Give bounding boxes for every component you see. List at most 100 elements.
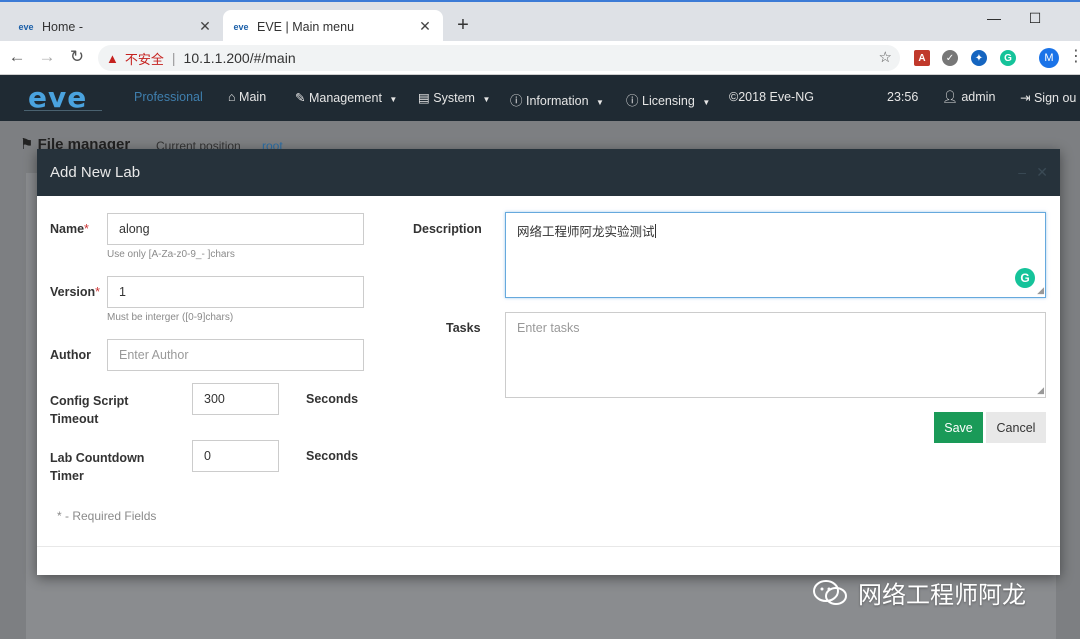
author-input[interactable]: Enter Author (107, 339, 364, 371)
extension-icon[interactable]: ✓ (942, 50, 958, 66)
nav-professional: Professional (134, 90, 203, 104)
nav-copyright: ©2018 Eve-NG (729, 90, 814, 104)
text-cursor (654, 224, 656, 238)
browser-tab-home[interactable]: eve Home - ✕ (8, 10, 223, 43)
logo-underline (24, 110, 102, 113)
required-marker: * (84, 222, 89, 236)
new-tab-button[interactable]: + (452, 14, 474, 37)
nav-licensing[interactable]: ⓘ Licensing ▼ (626, 90, 710, 109)
close-icon[interactable]: ✕ (1036, 164, 1048, 181)
forward-arrow-icon[interactable]: → (36, 47, 58, 67)
nav-system[interactable]: ▤ System ▼ (418, 90, 490, 105)
tab-label: EVE | Main menu (257, 19, 355, 34)
name-label-text: Name (50, 222, 85, 236)
nav-clock: 23:56 (887, 90, 919, 104)
eve-favicon-icon: eve (18, 21, 34, 32)
browser-tab-bar: eve Home - ✕ eve EVE | Main menu ✕ + — ☐ (0, 0, 1080, 43)
address-bar: ← → ↻ ▲ 不安全 | 10.1.1.200/#/main ☆ A ✓ ✦ … (0, 41, 1080, 75)
nav-user[interactable]: 👤︎ admin (942, 90, 995, 105)
countdown-label: Lab Countdown Timer (50, 449, 144, 485)
cancel-button[interactable]: Cancel (986, 412, 1046, 443)
tasks-placeholder: Enter tasks (517, 321, 580, 335)
close-icon[interactable]: ✕ (197, 18, 213, 35)
nav-signout[interactable]: ⇥ Sign ou (1020, 90, 1076, 105)
minimize-icon[interactable]: — (984, 10, 1004, 26)
home-icon: ⌂ (228, 90, 236, 104)
reload-icon[interactable]: ↻ (66, 47, 88, 67)
countdown-unit: Seconds (306, 449, 359, 463)
nav-main-label: Main (239, 90, 267, 104)
maximize-icon[interactable]: ☐ (1025, 10, 1045, 27)
save-button[interactable]: Save (934, 412, 983, 443)
caret-down-icon: ▼ (482, 95, 491, 104)
nav-user-label: admin (961, 90, 996, 104)
version-hint: Must be interger ([0-9]chars) (107, 312, 234, 323)
bookmark-star-icon[interactable]: ☆ (879, 48, 892, 66)
nav-licensing-label: Licensing (642, 94, 695, 108)
omnibox-divider: | (171, 50, 176, 66)
grammarly-icon[interactable]: G (1015, 268, 1035, 288)
caret-down-icon: ▼ (596, 98, 604, 107)
info-icon: ⓘ (626, 94, 639, 108)
sitemap-icon: ⚑ (20, 136, 34, 153)
eve-favicon-icon: eve (233, 21, 249, 32)
countdown-label-line2: Timer (50, 469, 84, 483)
nav-system-label: System (433, 91, 475, 105)
name-hint: Use only [A-Za-z0-9_- ]chars (107, 249, 235, 260)
version-input[interactable]: 1 (107, 276, 364, 308)
nav-management-label: Management (308, 91, 382, 105)
url-input[interactable]: ▲ 不安全 | 10.1.1.200/#/main ☆ (98, 45, 900, 71)
author-label: Author (50, 348, 91, 362)
tab-label: Home - (42, 19, 83, 34)
tasks-textarea[interactable]: Enter tasks ◢ (505, 312, 1046, 398)
info-icon: ⓘ (510, 94, 523, 108)
name-input[interactable]: along (107, 213, 364, 245)
config-timeout-label: Config Script Timeout (50, 392, 128, 428)
required-marker: * (95, 285, 101, 299)
browser-menu-icon[interactable]: ⋮ (1068, 46, 1080, 66)
description-text: 网络工程师阿龙实验测试 (517, 225, 655, 239)
modal-header: Add New Lab – ✕ (37, 149, 1060, 196)
nav-information[interactable]: ⓘ Information ▼ (510, 90, 604, 109)
config-timeout-unit: Seconds (306, 392, 359, 406)
nav-information-label: Information (526, 94, 589, 108)
version-label-text: Version (50, 285, 96, 299)
browser-tab-main-menu[interactable]: eve EVE | Main menu ✕ (223, 10, 443, 43)
insecure-label: 不安全 (124, 51, 164, 67)
resize-handle-icon[interactable]: ◢ (1037, 285, 1044, 296)
extension-icon[interactable]: ✦ (971, 50, 987, 66)
resize-handle-icon[interactable]: ◢ (1037, 385, 1044, 396)
modal-footer-divider (37, 546, 1060, 547)
description-textarea[interactable]: 网络工程师阿龙实验测试 G ◢ (505, 212, 1046, 298)
caret-down-icon: ▼ (389, 95, 398, 104)
description-label: Description (413, 222, 482, 236)
back-arrow-icon[interactable]: ← (6, 47, 28, 67)
nav-main[interactable]: ⌂ Main (228, 90, 266, 104)
minimize-modal-icon[interactable]: – (1018, 164, 1026, 180)
wrench-icon: ✎ (295, 91, 306, 105)
eve-navbar: eve Professional ⌂ Main ✎ Management ▼ ▤… (0, 75, 1080, 121)
tasks-label: Tasks (446, 321, 481, 335)
modal-title: Add New Lab (50, 164, 141, 181)
nav-management[interactable]: ✎ Management ▼ (295, 90, 397, 105)
wechat-icon (813, 579, 847, 605)
grammarly-extension-icon[interactable]: G (1000, 50, 1016, 66)
close-icon[interactable]: ✕ (417, 18, 433, 35)
user-icon: 👤︎ (942, 90, 958, 104)
required-fields-note: * - Required Fields (57, 509, 157, 523)
name-label: Name* (50, 222, 89, 236)
countdown-label-line1: Lab Countdown (50, 451, 145, 465)
version-label: Version* (50, 285, 100, 299)
config-timeout-label-line1: Config Script (50, 394, 129, 408)
book-icon: ▤ (418, 91, 430, 105)
wechat-watermark: 网络工程师阿龙 (812, 575, 1026, 610)
countdown-input[interactable]: 0 (192, 440, 279, 472)
nav-signout-label: Sign ou (1033, 91, 1077, 105)
profile-avatar[interactable]: M (1039, 48, 1059, 68)
caret-down-icon: ▼ (702, 98, 711, 107)
warning-icon: ▲ (106, 50, 119, 66)
config-timeout-label-line2: Timeout (50, 412, 99, 426)
pdf-extension-icon[interactable]: A (914, 50, 930, 66)
signout-icon: ⇥ (1020, 91, 1031, 105)
config-timeout-input[interactable]: 300 (192, 383, 279, 415)
